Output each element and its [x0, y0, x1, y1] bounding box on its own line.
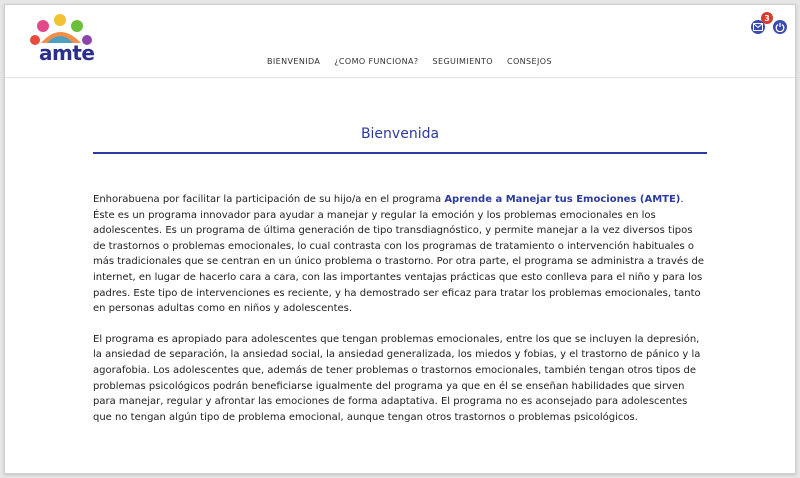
intro-text-end: . Éste es un programa innovador para ayu…: [93, 194, 704, 315]
nav-bienvenida[interactable]: BIENVENIDA: [267, 57, 320, 66]
logo-text: amte: [39, 41, 95, 65]
intro-text-start: Enhorabuena por facilitar la participaci…: [93, 194, 445, 205]
main-content: Bienvenida Enhorabuena por facilitar la …: [93, 77, 707, 425]
nav-como-funciona[interactable]: ¿COMO FUNCIONA?: [334, 57, 418, 66]
mail-count-badge: 3: [761, 12, 773, 24]
nav-consejos[interactable]: CONSEJOS: [507, 57, 552, 66]
intro-paragraph: Enhorabuena por facilitar la participaci…: [93, 192, 707, 317]
power-icon: [775, 22, 785, 32]
header: amte BIENVENIDA ¿COMO FUNCIONA? SEGUIMIE…: [5, 5, 795, 78]
program-name: Aprende a Manejar tus Emociones (AMTE): [444, 194, 681, 205]
suitability-paragraph: El programa es apropiado para adolescent…: [93, 333, 701, 423]
mail-icon: [753, 23, 763, 31]
nav-seguimiento[interactable]: SEGUIMIENTO: [433, 57, 493, 66]
logout-button[interactable]: [773, 20, 787, 34]
page-title: Bienvenida: [360, 126, 440, 142]
title-divider: [93, 152, 707, 154]
app-window: amte BIENVENIDA ¿COMO FUNCIONA? SEGUIMIE…: [4, 4, 796, 474]
main-nav: BIENVENIDA ¿COMO FUNCIONA? SEGUIMIENTO C…: [267, 57, 552, 66]
amte-logo[interactable]: amte: [27, 11, 107, 69]
